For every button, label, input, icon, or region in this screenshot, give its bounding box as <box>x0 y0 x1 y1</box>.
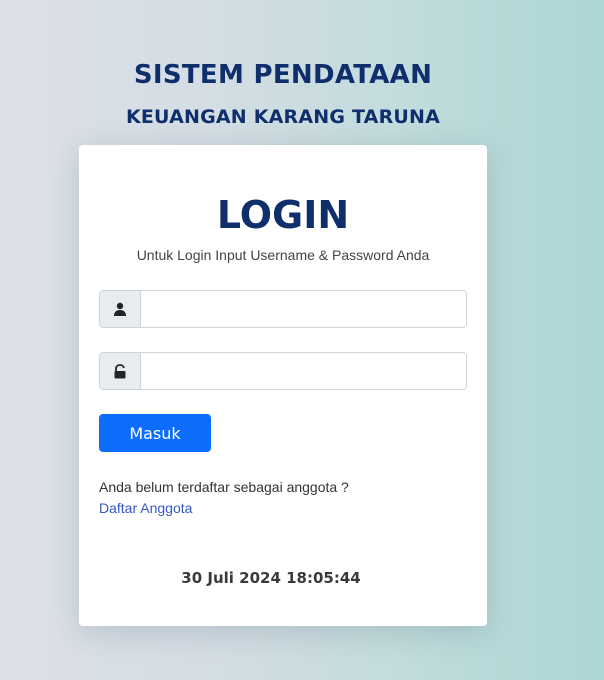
login-description: Untuk Login Input Username & Password An… <box>136 247 430 263</box>
login-submit-button[interactable]: Masuk <box>99 414 211 452</box>
login-heading: LOGIN <box>216 193 350 237</box>
register-prompt: Anda belum terdaftar sebagai anggota ? <box>99 479 349 495</box>
password-input[interactable] <box>141 353 466 389</box>
user-icon <box>100 291 141 327</box>
register-link[interactable]: Daftar Anggota <box>99 500 192 516</box>
app-title: SISTEM PENDATAAN <box>133 60 433 90</box>
lock-icon <box>100 353 141 389</box>
password-input-group <box>99 352 467 390</box>
app-subtitle: KEUANGAN KARANG TARUNA <box>125 106 441 128</box>
username-input-group <box>99 290 467 328</box>
current-datetime: 30 Juli 2024 18:05:44 <box>181 569 361 587</box>
login-card: LOGIN Untuk Login Input Username & Passw… <box>79 145 487 626</box>
username-input[interactable] <box>141 291 466 327</box>
